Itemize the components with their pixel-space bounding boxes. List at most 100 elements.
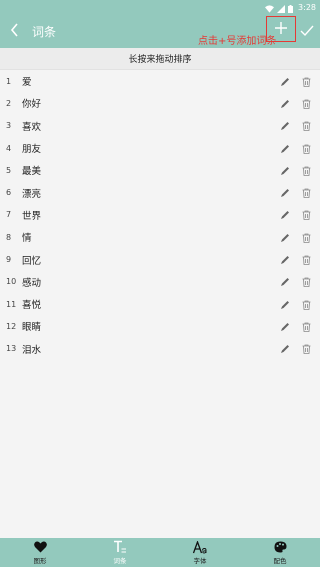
item-text: 漂亮	[22, 188, 42, 200]
pencil-icon	[280, 183, 290, 202]
bottom-nav: 图形 词条 字体 配色	[0, 538, 320, 567]
delete-button[interactable]	[296, 160, 316, 180]
edit-button[interactable]	[275, 93, 295, 113]
pencil-icon	[280, 161, 290, 180]
list-item[interactable]: 13 泪水	[0, 338, 320, 360]
status-bar: 3:28	[0, 0, 320, 14]
edit-button[interactable]	[275, 71, 295, 91]
edit-button[interactable]	[275, 294, 295, 314]
trash-icon	[302, 339, 311, 358]
list-item[interactable]: 12 眼睛	[0, 315, 320, 337]
pencil-icon	[280, 295, 290, 314]
trash-icon	[302, 272, 311, 291]
edit-button[interactable]	[275, 316, 295, 336]
list-item[interactable]: 9 回忆	[0, 248, 320, 270]
edit-button[interactable]	[275, 250, 295, 270]
trash-icon	[302, 139, 311, 158]
pencil-icon	[280, 94, 290, 113]
list-item[interactable]: 6 漂亮	[0, 181, 320, 203]
item-text: 泪水	[22, 344, 42, 356]
delete-button[interactable]	[296, 250, 316, 270]
item-number: 13	[6, 344, 17, 354]
trash-icon	[302, 161, 311, 180]
item-text: 朋友	[22, 144, 42, 156]
item-number: 9	[6, 255, 12, 265]
item-number: 3	[6, 121, 12, 131]
trash-icon	[302, 250, 311, 269]
item-number: 8	[6, 232, 12, 242]
delete-button[interactable]	[296, 138, 316, 158]
sort-hint: 长按来拖动排序	[0, 48, 320, 70]
item-text: 世界	[22, 210, 42, 222]
edit-button[interactable]	[275, 339, 295, 359]
back-button[interactable]	[0, 14, 30, 48]
delete-button[interactable]	[296, 339, 316, 359]
pencil-icon	[280, 250, 290, 269]
edit-button[interactable]	[275, 272, 295, 292]
trash-icon	[302, 228, 311, 247]
delete-button[interactable]	[296, 272, 316, 292]
trash-icon	[302, 295, 311, 314]
nav-label-shape: 图形	[33, 557, 47, 565]
trash-icon	[302, 94, 311, 113]
edit-button[interactable]	[275, 183, 295, 203]
status-time: 3:28	[298, 2, 316, 12]
pencil-icon	[280, 228, 290, 247]
pencil-icon	[280, 317, 290, 336]
chevron-left-icon	[10, 22, 20, 41]
item-text: 眼睛	[22, 322, 42, 334]
nav-item-font[interactable]: 字体	[160, 538, 240, 567]
item-text: 感动	[22, 277, 42, 289]
entry-list: 1 爱 2 你好 3 喜欢 4 朋友 5 最美 6 漂亮 7 世界 8 情 9 …	[0, 70, 320, 360]
edit-button[interactable]	[275, 160, 295, 180]
item-text: 你好	[22, 99, 42, 111]
list-item[interactable]: 5 最美	[0, 159, 320, 181]
list-item[interactable]: 7 世界	[0, 204, 320, 226]
item-number: 4	[6, 143, 12, 153]
pencil-icon	[280, 139, 290, 158]
list-item[interactable]: 1 爱	[0, 70, 320, 92]
palette-icon	[274, 540, 287, 554]
edit-button[interactable]	[275, 116, 295, 136]
trash-icon	[302, 317, 311, 336]
nav-item-color[interactable]: 配色	[240, 538, 320, 567]
list-item[interactable]: 11 喜悦	[0, 293, 320, 315]
delete-button[interactable]	[296, 316, 316, 336]
nav-item-shape[interactable]: 图形	[0, 538, 80, 567]
add-hint-annotation: 点击+号添加词条	[198, 36, 277, 47]
item-text: 爱	[22, 77, 32, 89]
item-text: 最美	[22, 166, 42, 178]
heart-icon	[33, 540, 47, 554]
list-item[interactable]: 2 你好	[0, 92, 320, 114]
page-title: 词条	[32, 24, 57, 39]
nav-label-entries: 词条	[113, 557, 127, 565]
edit-button[interactable]	[275, 205, 295, 225]
delete-button[interactable]	[296, 227, 316, 247]
edit-button[interactable]	[275, 227, 295, 247]
delete-button[interactable]	[296, 93, 316, 113]
edit-button[interactable]	[275, 138, 295, 158]
check-icon	[300, 22, 314, 41]
delete-button[interactable]	[296, 71, 316, 91]
item-number: 10	[6, 277, 17, 287]
trash-icon	[302, 205, 311, 224]
item-number: 7	[6, 210, 12, 220]
nav-item-entries[interactable]: 词条	[80, 538, 160, 567]
delete-button[interactable]	[296, 116, 316, 136]
item-number: 12	[6, 321, 17, 331]
pencil-icon	[280, 272, 290, 291]
confirm-button[interactable]	[296, 18, 318, 44]
delete-button[interactable]	[296, 294, 316, 314]
font-icon	[193, 540, 207, 554]
pencil-icon	[280, 205, 290, 224]
list-item[interactable]: 10 感动	[0, 271, 320, 293]
list-item[interactable]: 8 情	[0, 226, 320, 248]
delete-button[interactable]	[296, 183, 316, 203]
list-item[interactable]: 4 朋友	[0, 137, 320, 159]
delete-button[interactable]	[296, 205, 316, 225]
item-number: 2	[6, 98, 12, 108]
nav-label-color: 配色	[273, 557, 287, 565]
item-text: 情	[22, 233, 32, 245]
list-item[interactable]: 3 喜欢	[0, 115, 320, 137]
item-number: 1	[6, 76, 12, 86]
